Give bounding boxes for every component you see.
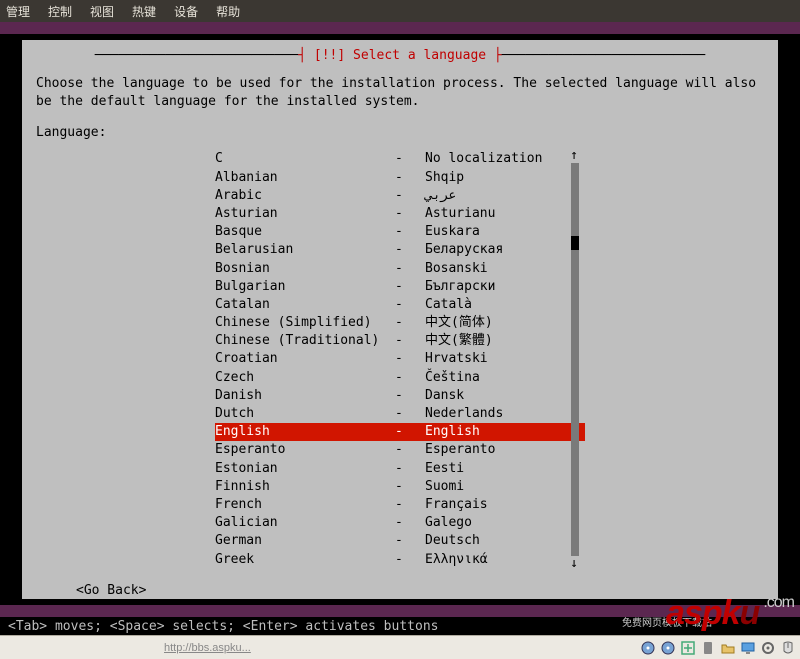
language-option[interactable]: Bosnian-Bosanski [215, 260, 585, 278]
menu-control[interactable]: 控制 [48, 3, 72, 20]
language-option[interactable]: Belarusian-Беларуская [215, 241, 585, 259]
watermark-logo: aspku.com [666, 594, 794, 633]
dialog-instructions: Choose the language to be used for the i… [36, 75, 764, 111]
language-option[interactable]: Asturian-Asturianu [215, 205, 585, 223]
disk-icon-2[interactable] [660, 640, 676, 656]
language-option[interactable]: Galician-Galego [215, 514, 585, 532]
language-option[interactable]: Esperanto-Esperanto [215, 441, 585, 459]
display-icon[interactable] [740, 640, 756, 656]
language-option[interactable]: French-Français [215, 496, 585, 514]
menu-hotkeys[interactable]: 热键 [132, 3, 156, 20]
system-tray[interactable] [640, 640, 796, 656]
scroll-down-icon[interactable]: ↓ [567, 556, 581, 571]
scrollbar[interactable]: ↑ ↓ [571, 150, 579, 568]
folder-icon[interactable] [720, 640, 736, 656]
language-option[interactable]: Albanian-Shqip [215, 169, 585, 187]
language-option[interactable]: Chinese (Simplified)-中文(简体) [215, 314, 585, 332]
host-taskbar[interactable]: http://bbs.aspku... [0, 635, 800, 659]
taskbar-url: http://bbs.aspku... [164, 642, 251, 654]
language-option[interactable]: German-Deutsch [215, 532, 585, 550]
vm-menubar[interactable]: 管理 控制 视图 热键 设备 帮助 [0, 0, 800, 22]
language-option[interactable]: Basque-Euskara [215, 223, 585, 241]
language-option[interactable]: Finnish-Suomi [215, 478, 585, 496]
language-option[interactable]: Dutch-Nederlands [215, 405, 585, 423]
usb-icon[interactable] [700, 640, 716, 656]
menu-devices[interactable]: 设备 [174, 3, 198, 20]
language-label: Language: [36, 125, 764, 140]
language-option[interactable]: Arabic-عربي [215, 187, 585, 205]
gear-icon[interactable] [760, 640, 776, 656]
disk-icon[interactable] [640, 640, 656, 656]
language-option[interactable]: Danish-Dansk [215, 387, 585, 405]
scroll-thumb[interactable] [571, 236, 579, 250]
language-option[interactable]: Catalan-Català [215, 296, 585, 314]
language-option[interactable]: C-No localization [215, 150, 585, 168]
language-option[interactable]: Greek-Ελληνικά [215, 551, 585, 569]
scroll-up-icon[interactable]: ↑ [567, 148, 581, 163]
menu-help[interactable]: 帮助 [216, 3, 240, 20]
dialog-title: ┤ [!!] Select a language ├ [298, 48, 502, 63]
language-option[interactable]: Estonian-Eesti [215, 460, 585, 478]
menu-manage[interactable]: 管理 [6, 3, 30, 20]
language-option[interactable]: Croatian-Hrvatski [215, 350, 585, 368]
language-option[interactable]: Bulgarian-Български [215, 278, 585, 296]
language-dialog: ──────────────────────────┤ [!!] Select … [22, 40, 778, 599]
go-back-button[interactable]: <Go Back> [76, 583, 764, 598]
language-option[interactable]: English-English [215, 423, 585, 441]
installer-terminal: ──────────────────────────┤ [!!] Select … [0, 34, 800, 605]
menu-view[interactable]: 视图 [90, 3, 114, 20]
status-hint: <Tab> moves; <Space> selects; <Enter> ac… [8, 619, 438, 634]
language-option[interactable]: Czech-Čeština [215, 369, 585, 387]
mouse-icon[interactable] [780, 640, 796, 656]
language-list[interactable]: C-No localizationAlbanian-ShqipArabic-عر… [215, 150, 585, 568]
language-option[interactable]: Chinese (Traditional)-中文(繁體) [215, 332, 585, 350]
network-icon[interactable] [680, 640, 696, 656]
dialog-title-row: ──────────────────────────┤ [!!] Select … [36, 48, 764, 63]
